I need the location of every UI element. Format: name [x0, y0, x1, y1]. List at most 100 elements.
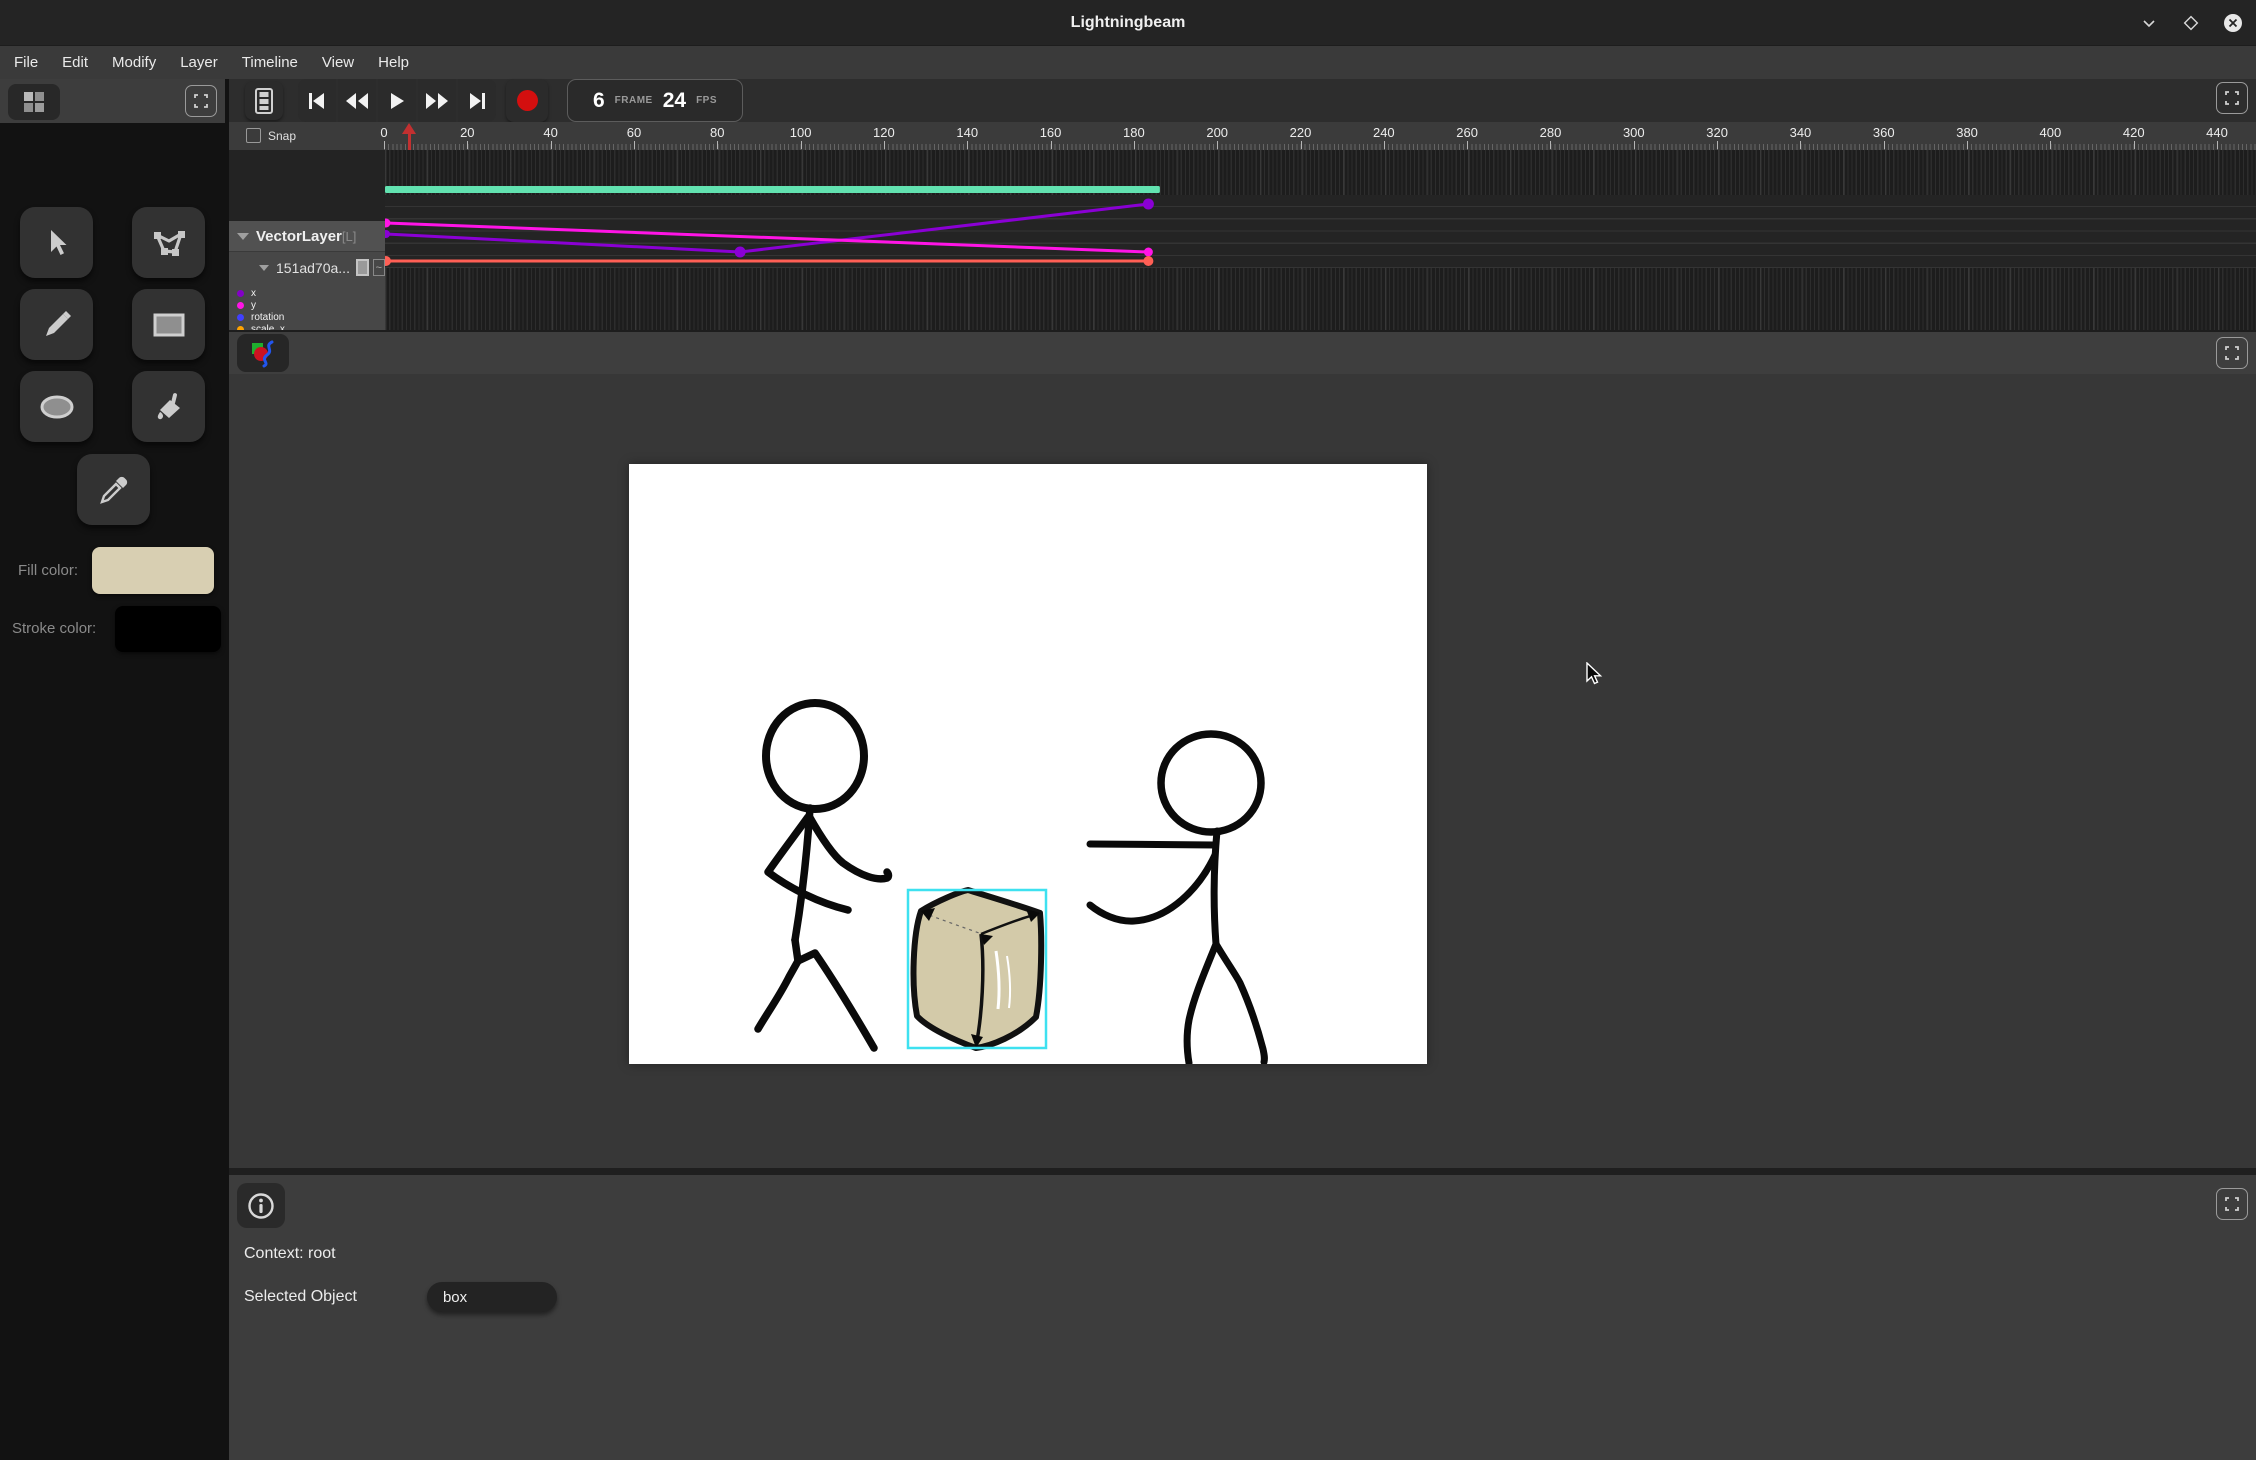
expand-timeline-icon[interactable]: [2216, 82, 2248, 114]
property-name: y: [251, 300, 256, 311]
expand-inspector-icon[interactable]: [2216, 1188, 2248, 1220]
ruler-tick: [1301, 141, 1302, 149]
collapse-triangle-icon[interactable]: [237, 233, 249, 240]
play-button[interactable]: [378, 79, 416, 122]
record-button[interactable]: [506, 79, 548, 122]
ruler-tick: [634, 141, 635, 149]
ruler-tick: [1384, 141, 1385, 149]
box-object[interactable]: [908, 890, 1046, 1048]
keyframe-x[interactable]: [735, 247, 746, 258]
expand-panel-icon[interactable]: [185, 85, 217, 117]
layer-row-sublayer[interactable]: 151ad70a... ~: [229, 252, 385, 283]
ruler-tick: [1884, 141, 1885, 149]
keyframe-x[interactable]: [385, 230, 390, 238]
menu-item-view[interactable]: View: [322, 54, 354, 71]
eyedropper-icon: [97, 473, 131, 507]
ruler-tick: [2050, 141, 2051, 149]
fill-color-label: Fill color:: [18, 562, 78, 579]
rectangle-tool-button[interactable]: [132, 289, 205, 360]
mouse-pointer-icon: [1585, 662, 1607, 688]
menu-item-file[interactable]: File: [14, 54, 38, 71]
info-icon: [247, 1192, 275, 1220]
close-icon[interactable]: [2220, 10, 2246, 36]
keyframe-x[interactable]: [1143, 199, 1154, 210]
skip-to-end-button[interactable]: [458, 79, 496, 122]
ruler-label-40: 40: [543, 125, 557, 140]
selected-object-input[interactable]: box: [427, 1282, 557, 1312]
paint-bucket-icon: [152, 390, 186, 424]
layer-visibility-toggle[interactable]: [356, 259, 369, 276]
property-color-dot: [237, 314, 244, 321]
stick-figure-left[interactable]: [758, 703, 889, 1048]
property-row-y[interactable]: y: [237, 299, 312, 311]
transform-icon: [151, 227, 187, 259]
keyframe-frameNumber[interactable]: [385, 256, 391, 266]
select-tool-button[interactable]: [20, 207, 93, 278]
fps-label: FPS: [696, 95, 717, 106]
menu-bar: File Edit Modify Layer Timeline View Help: [0, 45, 2256, 79]
fast-forward-button[interactable]: [418, 79, 456, 122]
ruler-label-100: 100: [790, 125, 812, 140]
tools-panel-header: [0, 79, 225, 123]
ruler-tick: [551, 141, 552, 149]
expand-canvas-icon[interactable]: [2216, 337, 2248, 369]
artboard[interactable]: [629, 464, 1427, 1064]
ruler-label-220: 220: [1290, 125, 1312, 140]
transform-tool-button[interactable]: [132, 207, 205, 278]
context-line: Context: root: [244, 1245, 336, 1263]
ruler-tick: [884, 141, 885, 149]
keyframe-y[interactable]: [1144, 248, 1153, 257]
frame-counter: 6 FRAME 24 FPS: [567, 79, 743, 122]
menu-item-timeline[interactable]: Timeline: [242, 54, 298, 71]
ruler-tick: [1051, 141, 1052, 149]
snap-control: Snap: [246, 128, 296, 143]
keyframe-y[interactable]: [385, 219, 391, 228]
layer-tilde-toggle[interactable]: ~: [373, 259, 385, 276]
ruler-label-400: 400: [2040, 125, 2062, 140]
ruler-label-0: 0: [380, 125, 387, 140]
skip-to-start-button[interactable]: [298, 79, 336, 122]
menu-item-help[interactable]: Help: [378, 54, 409, 71]
info-button[interactable]: [237, 1183, 285, 1228]
layer-duration-bar[interactable]: [385, 186, 1160, 193]
ruler-tick: [1134, 141, 1135, 149]
minimize-icon[interactable]: [2136, 10, 2162, 36]
snap-checkbox[interactable]: [246, 128, 261, 143]
fps-value: 24: [663, 89, 686, 113]
stage-drawing: [629, 464, 1427, 1064]
timeline-tracks[interactable]: VectorLayer[L] 151ad70a... ~ xyrotations…: [229, 150, 2256, 330]
film-button[interactable]: [245, 81, 283, 120]
menu-item-edit[interactable]: Edit: [62, 54, 88, 71]
ruler-label-280: 280: [1540, 125, 1562, 140]
paint-bucket-tool-button[interactable]: [132, 371, 205, 442]
rewind-button[interactable]: [338, 79, 376, 122]
ruler-label-160: 160: [1040, 125, 1062, 140]
keyframe-frameNumber[interactable]: [1143, 256, 1153, 266]
property-row-rotation[interactable]: rotation: [237, 311, 312, 323]
grid-icon: [24, 92, 44, 112]
property-row-x[interactable]: x: [237, 287, 312, 299]
stroke-color-swatch[interactable]: [115, 606, 221, 652]
menu-item-layer[interactable]: Layer: [180, 54, 218, 71]
maximize-icon[interactable]: [2178, 10, 2204, 36]
cursor-arrow-icon: [42, 227, 72, 259]
frame-label: FRAME: [615, 95, 653, 106]
layer-row-vectorlayer[interactable]: VectorLayer[L]: [229, 221, 385, 252]
menu-item-modify[interactable]: Modify: [112, 54, 156, 71]
collapse-triangle-icon[interactable]: [259, 265, 269, 271]
ruler-label-300: 300: [1623, 125, 1645, 140]
keyframe-curves[interactable]: [385, 150, 2256, 330]
fill-color-swatch[interactable]: [92, 547, 214, 594]
playhead[interactable]: [402, 123, 417, 150]
ruler-label-20: 20: [460, 125, 474, 140]
ruler-tick: [2134, 141, 2135, 149]
vector-mode-button[interactable]: [237, 334, 289, 372]
grid-view-button[interactable]: [8, 84, 60, 120]
stick-figure-right[interactable]: [1090, 734, 1264, 1063]
canvas-header: [229, 332, 2256, 374]
pencil-tool-button[interactable]: [20, 289, 93, 360]
ellipse-tool-button[interactable]: [20, 371, 93, 442]
eyedropper-tool-button[interactable]: [77, 454, 150, 525]
timeline-ruler[interactable]: Snap 02040608010012014016018020022024026…: [229, 122, 2256, 150]
ruler-tick: [1800, 141, 1801, 149]
